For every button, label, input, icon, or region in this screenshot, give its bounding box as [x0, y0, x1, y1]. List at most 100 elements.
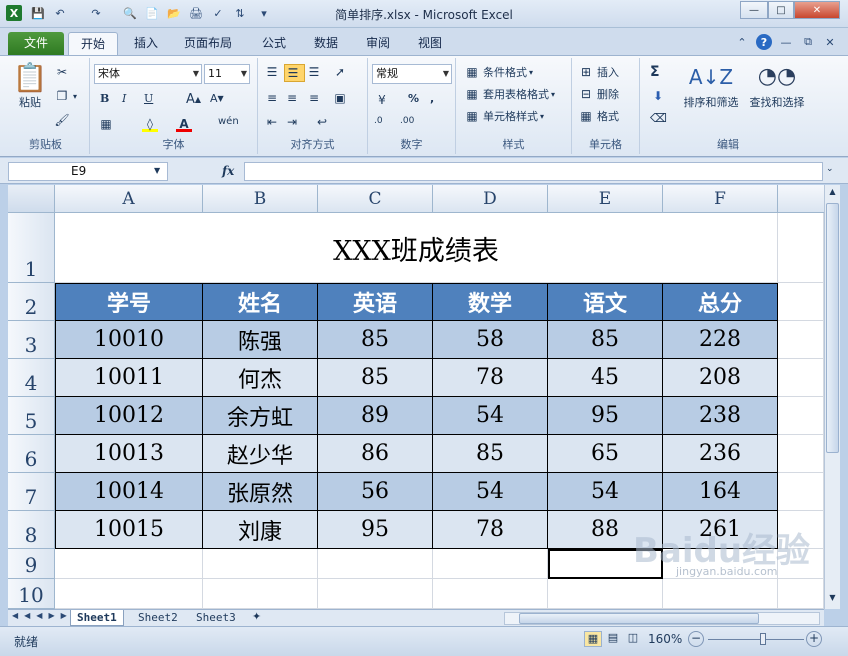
cell-d9[interactable]	[433, 549, 548, 579]
insert-cells-button[interactable]: ⊞ 插入	[578, 64, 619, 80]
decrease-decimal-button[interactable]: .00	[400, 116, 414, 126]
cell-styles-button[interactable]: ▦ 单元格样式 ▾	[464, 108, 544, 124]
workbook-close-icon[interactable]: ✕	[822, 34, 838, 50]
table-header-b[interactable]: 姓名	[203, 283, 318, 321]
cell-c6[interactable]: 86	[318, 435, 433, 473]
cell-g3[interactable]	[778, 321, 824, 359]
align-right-button[interactable]: ≡	[306, 90, 325, 106]
phonetic-button[interactable]: wén	[218, 116, 239, 127]
zoom-slider-track[interactable]	[708, 639, 804, 640]
tab-review[interactable]: 审阅	[356, 32, 400, 55]
cell-c3[interactable]: 85	[318, 321, 433, 359]
cell-c4[interactable]: 85	[318, 359, 433, 397]
row-header-3[interactable]: 3	[8, 321, 55, 359]
table-header-e[interactable]: 语文	[548, 283, 663, 321]
align-center-button[interactable]: ≡	[284, 90, 303, 106]
scroll-down-icon[interactable]: ▼	[826, 593, 839, 607]
cell-a6[interactable]: 10013	[55, 435, 203, 473]
cell-e4[interactable]: 45	[548, 359, 663, 397]
conditional-format-button[interactable]: ▦ 条件格式 ▾	[464, 64, 533, 80]
tab-view[interactable]: 视图	[408, 32, 452, 55]
align-middle-button[interactable]: ☰	[284, 64, 305, 82]
column-header-a[interactable]: A	[55, 185, 203, 213]
cell-b10[interactable]	[203, 579, 318, 609]
column-header-e[interactable]: E	[548, 185, 663, 213]
delete-cells-button[interactable]: ⊟ 删除	[578, 86, 619, 102]
cell-b5[interactable]: 余方虹	[203, 397, 318, 435]
column-header-f[interactable]: F	[663, 185, 778, 213]
normal-view-icon[interactable]: ▦	[584, 631, 602, 647]
maximize-button[interactable]: □	[768, 1, 794, 19]
font-size-select[interactable]: 11 ▼	[204, 64, 250, 84]
row-header-4[interactable]: 4	[8, 359, 55, 397]
column-header-b[interactable]: B	[203, 185, 318, 213]
row-header-2[interactable]: 2	[8, 283, 55, 321]
cell-c10[interactable]	[318, 579, 433, 609]
cut-button[interactable]: ✂	[54, 64, 73, 80]
cell-b8[interactable]: 刘康	[203, 511, 318, 549]
cell-g6[interactable]	[778, 435, 824, 473]
underline-button[interactable]: U	[144, 92, 153, 105]
zoom-level[interactable]: 160%	[648, 632, 682, 646]
format-painter-button[interactable]: 🖌	[54, 112, 73, 128]
workbook-restore-icon[interactable]: ⧉	[800, 34, 816, 50]
merge-center-button[interactable]: ▣	[332, 90, 351, 106]
cell-a4[interactable]: 10011	[55, 359, 203, 397]
cell-g7[interactable]	[778, 473, 824, 511]
cell-c9[interactable]	[318, 549, 433, 579]
table-header-a[interactable]: 学号	[55, 283, 203, 321]
name-box[interactable]: E9	[8, 162, 168, 181]
cell-f5[interactable]: 238	[663, 397, 778, 435]
column-header-g[interactable]	[778, 185, 824, 213]
tab-home[interactable]: 开始	[68, 32, 118, 55]
table-header-c[interactable]: 英语	[318, 283, 433, 321]
select-all-corner[interactable]	[8, 185, 55, 213]
insert-sheet-icon[interactable]: ✦	[252, 610, 261, 623]
cell-e8[interactable]: 88	[548, 511, 663, 549]
cell-f9[interactable]	[663, 549, 778, 579]
worksheet-grid[interactable]: A B C D E F 1 2 3 4 5 6 7 8 9 10 XXX班成绩表…	[8, 185, 824, 609]
font-name-select[interactable]: 宋体 ▼	[94, 64, 202, 84]
close-button[interactable]: ✕	[794, 1, 840, 19]
italic-button[interactable]: I	[122, 92, 126, 105]
page-break-view-icon[interactable]: ◫	[624, 631, 642, 647]
align-left-button[interactable]: ≡	[264, 90, 283, 106]
page-layout-view-icon[interactable]: ▤	[604, 631, 622, 647]
cell-a3[interactable]: 10010	[55, 321, 203, 359]
increase-indent-button[interactable]: ⇥	[284, 114, 303, 130]
cell-g1[interactable]	[778, 213, 824, 283]
cell-g5[interactable]	[778, 397, 824, 435]
cell-e9-selected[interactable]	[548, 549, 663, 579]
sheet-title-cell[interactable]: XXX班成绩表	[55, 213, 778, 283]
copy-button[interactable]: ❐ ▾	[54, 88, 77, 104]
tab-file[interactable]: 文件	[8, 32, 64, 55]
increase-decimal-button[interactable]: .0	[374, 116, 383, 126]
tab-page-layout[interactable]: 页面布局	[174, 32, 242, 55]
sheet-tab-1[interactable]: Sheet1	[70, 610, 124, 626]
expand-formula-bar-icon[interactable]: ⌄	[826, 164, 834, 174]
find-select-button[interactable]: ◔◔ 查找和选择	[746, 60, 808, 110]
help-icon[interactable]: ?	[756, 34, 772, 50]
cell-f7[interactable]: 164	[663, 473, 778, 511]
vertical-scroll-thumb[interactable]	[826, 203, 839, 453]
table-header-f[interactable]: 总分	[663, 283, 778, 321]
sort-filter-button[interactable]: A↓Z 排序和筛选	[680, 60, 742, 110]
cell-e7[interactable]: 54	[548, 473, 663, 511]
decrease-font-button[interactable]: A ▼	[210, 92, 224, 105]
format-as-table-button[interactable]: ▦ 套用表格格式 ▾	[464, 86, 555, 102]
column-header-d[interactable]: D	[433, 185, 548, 213]
fill-color-button[interactable]: ◊	[142, 116, 161, 132]
cell-d3[interactable]: 58	[433, 321, 548, 359]
comma-button[interactable]: ,	[430, 92, 434, 105]
cell-e6[interactable]: 65	[548, 435, 663, 473]
cell-f3[interactable]: 228	[663, 321, 778, 359]
cell-g4[interactable]	[778, 359, 824, 397]
minimize-button[interactable]: —	[740, 1, 768, 19]
vertical-scrollbar[interactable]: ▲ ▼	[824, 185, 840, 609]
cell-f4[interactable]: 208	[663, 359, 778, 397]
sheet-tab-2[interactable]: Sheet2	[132, 610, 184, 626]
bold-button[interactable]: B	[100, 92, 109, 105]
row-header-5[interactable]: 5	[8, 397, 55, 435]
decrease-indent-button[interactable]: ⇤	[264, 114, 283, 130]
cell-b9[interactable]	[203, 549, 318, 579]
